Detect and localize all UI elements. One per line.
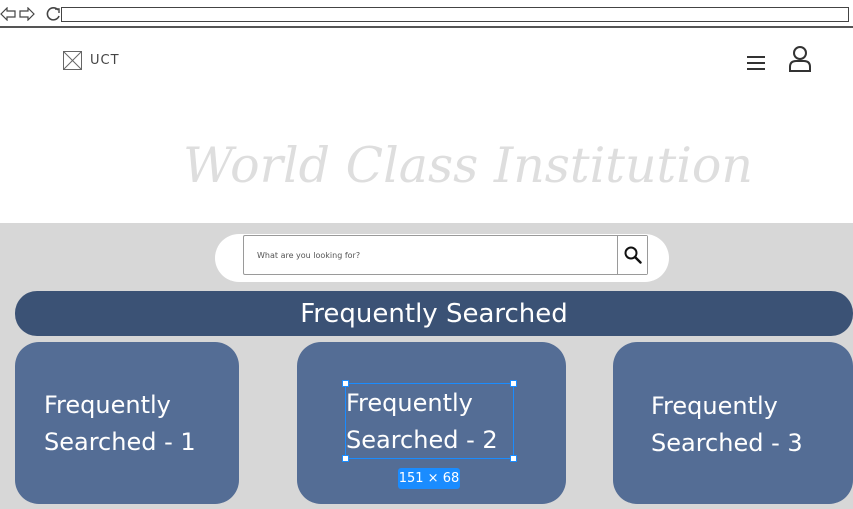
search-input[interactable]: [244, 236, 616, 274]
resize-handle-top-right[interactable]: [510, 380, 517, 387]
card-label-line1: Frequently: [651, 392, 778, 420]
resize-handle-bottom-right[interactable]: [510, 455, 517, 462]
selection-box[interactable]: [345, 383, 514, 459]
hamburger-icon[interactable]: [746, 54, 766, 72]
browser-toolbar: [0, 0, 853, 28]
resize-handle-top-left[interactable]: [342, 380, 349, 387]
search-icon: [624, 246, 642, 264]
section-title: Frequently Searched: [300, 298, 568, 329]
size-badge: 151 × 68: [398, 468, 460, 489]
card-label: Frequently Searched - 1: [44, 387, 196, 461]
frequently-searched-card-3[interactable]: Frequently Searched - 3: [613, 342, 853, 504]
reload-icon[interactable]: [46, 6, 62, 22]
logo-text: UCT: [90, 53, 120, 68]
user-icon[interactable]: [788, 46, 812, 72]
card-label: Frequently Searched - 3: [651, 388, 803, 462]
card-label-line2: Searched - 3: [651, 429, 803, 457]
search-button[interactable]: [617, 236, 647, 274]
resize-handle-bottom-left[interactable]: [342, 455, 349, 462]
url-field[interactable]: [61, 7, 849, 22]
section-header: Frequently Searched: [15, 291, 853, 336]
card-label-line2: Searched - 1: [44, 428, 196, 456]
arrow-right-icon[interactable]: [19, 7, 35, 21]
logo[interactable]: UCT: [63, 51, 120, 70]
image-placeholder-icon: [63, 51, 82, 70]
arrow-left-icon[interactable]: [0, 7, 16, 21]
card-label-line1: Frequently: [44, 391, 171, 419]
hero-title: World Class Institution: [183, 137, 753, 194]
frequently-searched-card-1[interactable]: Frequently Searched - 1: [15, 342, 239, 504]
